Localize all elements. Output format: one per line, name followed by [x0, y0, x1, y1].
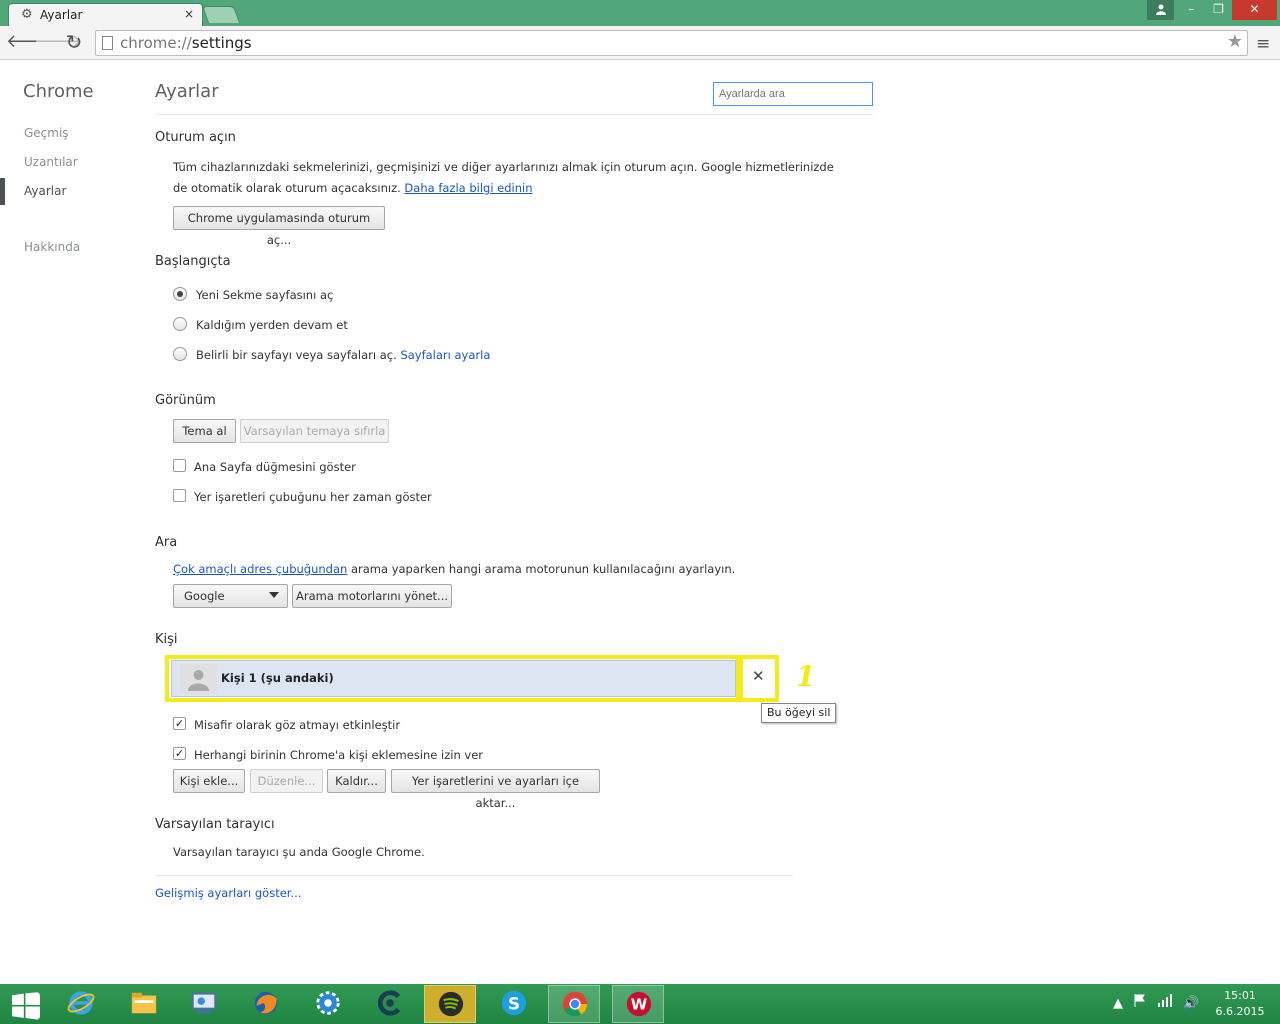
- reload-button[interactable]: ↻: [63, 31, 85, 53]
- section-people-heading: Kişi: [155, 632, 178, 647]
- svg-text:W: W: [631, 996, 647, 1014]
- edit-person-button[interactable]: Düzenle...: [250, 769, 323, 793]
- new-tab-button[interactable]: [201, 6, 241, 23]
- show-home-label: Ana Sayfa düğmesini göster: [194, 460, 356, 474]
- annotation-number: 1: [796, 660, 816, 693]
- search-engine-select[interactable]: Google: [173, 584, 288, 608]
- volume-icon[interactable]: 🔊: [1183, 996, 1199, 1011]
- show-bookmarks-checkbox[interactable]: [173, 489, 186, 502]
- sidebar-item-extensions[interactable]: Uzantılar: [24, 155, 78, 169]
- startup-radio-specific[interactable]: [173, 347, 187, 361]
- restore-button[interactable]: ❐: [1205, 0, 1232, 20]
- gear-icon: ⚙: [21, 7, 33, 22]
- skype-icon[interactable]: S: [488, 985, 540, 1023]
- user-icon[interactable]: [1147, 0, 1174, 20]
- show-advanced-link[interactable]: Gelişmiş ayarları göster...: [155, 886, 301, 900]
- page-title: Ayarlar: [155, 81, 219, 102]
- show-hidden-icons-icon[interactable]: ▲: [1113, 996, 1123, 1011]
- learn-more-link[interactable]: Daha fazla bilgi edinin: [404, 181, 532, 195]
- divider: [155, 114, 873, 115]
- address-bar[interactable]: chrome://settings ★: [95, 30, 1248, 56]
- startup-option-label: Yeni Sekme sayfasını aç: [196, 288, 334, 302]
- file-explorer-icon[interactable]: [118, 985, 170, 1023]
- signin-text-1: Tüm cihazlarınızdaki sekmelerinizi, geçm…: [173, 160, 834, 174]
- sidebar-item-settings[interactable]: Ayarlar: [24, 184, 66, 198]
- guest-browsing-checkbox[interactable]: ✓: [173, 717, 186, 730]
- settings-gear-icon[interactable]: [302, 985, 354, 1023]
- get-themes-button[interactable]: Tema al: [173, 419, 236, 443]
- section-startup-heading: Başlangıçta: [155, 254, 231, 269]
- default-browser-text: Varsayılan tarayıcı şu anda Google Chrom…: [173, 845, 425, 859]
- close-window-button[interactable]: ✕: [1232, 0, 1277, 20]
- section-default-browser-heading: Varsayılan tarayıcı: [155, 817, 275, 832]
- allow-add-person-checkbox[interactable]: ✓: [173, 747, 186, 760]
- search-input[interactable]: [713, 82, 873, 106]
- import-bookmarks-button[interactable]: Yer işaretlerini ve ayarları içe aktar..…: [391, 769, 600, 810]
- set-pages-link[interactable]: Sayfaları ayarla: [400, 348, 490, 362]
- active-indicator: [0, 178, 5, 205]
- back-button[interactable]: 🡐: [6, 31, 54, 53]
- bookmark-star-icon[interactable]: ★: [1227, 31, 1243, 52]
- startup-option-label: Kaldığım yerden devam et: [196, 318, 348, 332]
- page-icon: [102, 36, 113, 50]
- clock-time: 15:01: [1224, 989, 1256, 1002]
- ccleaner-icon[interactable]: [364, 985, 416, 1023]
- manage-search-engines-button[interactable]: Arama motorlarını yönet...: [292, 584, 452, 608]
- allow-add-person-label: Herhangi birinin Chrome'a kişi eklemesin…: [194, 748, 484, 762]
- windows-start-icon[interactable]: [0, 985, 52, 1023]
- reset-theme-button[interactable]: Varsayılan temaya sıfırla: [240, 419, 389, 443]
- sidebar-item-history[interactable]: Geçmiş: [24, 126, 69, 140]
- chrome-menu-icon[interactable]: ≡: [1256, 34, 1270, 54]
- minimize-button[interactable]: –: [1178, 0, 1205, 20]
- section-search-heading: Ara: [155, 535, 178, 550]
- show-home-checkbox[interactable]: [173, 459, 186, 472]
- system-tray[interactable]: ▲ 🔊: [1113, 993, 1200, 1011]
- network-icon[interactable]: [1157, 993, 1173, 1007]
- tab-title: Ayarlar: [40, 8, 83, 22]
- remove-person-button[interactable]: Kaldır...: [327, 769, 386, 793]
- highlight-box: [165, 655, 740, 702]
- section-appearance-heading: Görünüm: [155, 393, 216, 408]
- startup-option-label: Belirli bir sayfayı veya sayfaları aç. S…: [196, 348, 491, 362]
- control-panel-icon[interactable]: [178, 985, 230, 1023]
- signin-button[interactable]: Chrome uygulamasında oturum aç...: [173, 206, 385, 247]
- spotify-icon[interactable]: [424, 985, 476, 1023]
- section-signin-heading: Oturum açın: [155, 130, 236, 145]
- url-text: chrome://settings: [120, 34, 252, 52]
- delete-person-icon[interactable]: ✕: [752, 667, 765, 685]
- chrome-icon[interactable]: [548, 985, 600, 1023]
- tooltip: Bu öğeyi sil: [761, 703, 837, 723]
- startup-radio-newtab[interactable]: [173, 287, 187, 301]
- clock-date: 6.6.2015: [1215, 1005, 1265, 1018]
- add-person-button[interactable]: Kişi ekle...: [173, 769, 245, 793]
- flag-icon[interactable]: [1133, 993, 1147, 1007]
- omnibox-link[interactable]: Çok amaçlı adres çubuğundan: [173, 562, 347, 576]
- wot-icon[interactable]: W: [612, 985, 664, 1023]
- internet-explorer-icon[interactable]: [55, 985, 107, 1023]
- divider: [155, 875, 793, 876]
- tab-close-icon[interactable]: ×: [184, 7, 194, 21]
- firefox-icon[interactable]: [240, 985, 292, 1023]
- guest-browsing-label: Misafir olarak göz atmayı etkinleştir: [194, 718, 401, 732]
- startup-radio-continue[interactable]: [173, 317, 187, 331]
- chevron-down-icon: [269, 592, 279, 598]
- search-description: Çok amaçlı adres çubuğundan arama yapark…: [173, 562, 736, 576]
- show-bookmarks-label: Yer işaretleri çubuğunu her zaman göster: [194, 490, 432, 504]
- clock[interactable]: 15:01 6.6.2015: [1210, 988, 1270, 1020]
- tab-settings[interactable]: ⚙ Ayarlar ×: [8, 3, 203, 26]
- forward-button[interactable]: 🡒: [34, 31, 82, 53]
- svg-text:S: S: [508, 994, 520, 1014]
- nav-title: Chrome: [23, 81, 94, 102]
- sidebar-item-about[interactable]: Hakkında: [24, 240, 80, 254]
- signin-text-2: de otomatik olarak oturum açacaksınız. D…: [173, 181, 533, 195]
